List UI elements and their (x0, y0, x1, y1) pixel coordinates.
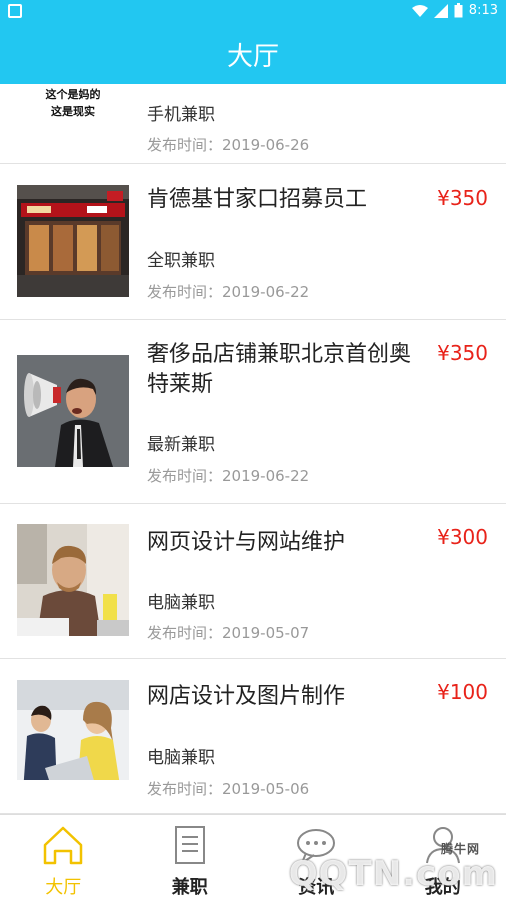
job-date: 发布时间：2019-06-26 (147, 136, 310, 154)
job-date: 发布时间：2019-05-07 (147, 624, 310, 642)
tab-parttime[interactable]: 兼职 (127, 815, 254, 900)
office-worker-photo (17, 524, 129, 636)
job-thumbnail (17, 355, 129, 467)
job-category: 电脑兼职 (147, 748, 215, 768)
job-thumbnail: 这个是妈的 这是现实 (17, 84, 129, 120)
job-item[interactable]: 网店设计及图片制作 ¥100 电脑兼职 发布时间：2019-05-06 (0, 659, 506, 814)
job-category: 手机兼职 (147, 105, 215, 125)
job-price: ¥350 (437, 186, 488, 210)
job-title: 网页设计与网站维护 (147, 530, 346, 555)
job-price: ¥350 (437, 341, 488, 365)
job-title: 肯德基甘家口招募员工 (147, 187, 368, 212)
job-item[interactable]: 肯德基甘家口招募员工 ¥350 全职兼职 发布时间：2019-06-22 (0, 164, 506, 320)
job-date: 发布时间：2019-06-22 (147, 467, 310, 485)
watermark-text: QQTN.com (288, 854, 498, 894)
job-list[interactable]: 这个是妈的 这是现实 手机兼职 发布时间：2019-06-26 肯德基甘家口招募… (0, 84, 506, 814)
job-price: ¥300 (437, 525, 488, 549)
job-title: 网店设计及图片制作 (147, 684, 346, 709)
job-item[interactable]: 奢侈品店铺兼职北京首创奥特莱斯 ¥350 最新兼职 发布时间：2019-06-2… (0, 320, 506, 504)
thumb-text-line-2: 这是现实 (51, 105, 95, 118)
wifi-icon (411, 4, 428, 17)
job-item[interactable]: 网页设计与网站维护 ¥300 电脑兼职 发布时间：2019-05-07 (0, 504, 506, 659)
status-icons: 8:13 (411, 3, 498, 18)
job-thumbnail (17, 524, 129, 636)
megaphone-man-photo (17, 355, 129, 467)
notification-icon (8, 4, 22, 18)
bottom-tab-bar: 大厅 兼职 资讯 我的 腾牛网 QQTN.com (0, 814, 506, 900)
thumb-text-line-1: 这个是妈的 (45, 88, 101, 101)
page-title: 大厅 (226, 41, 279, 72)
status-time: 8:13 (468, 3, 498, 18)
job-title: 奢侈品店铺兼职北京首创奥特莱斯 (147, 342, 412, 397)
signal-icon (433, 3, 448, 18)
job-item[interactable]: 这个是妈的 这是现实 手机兼职 发布时间：2019-06-26 (0, 84, 506, 164)
status-bar: 8:13 (0, 0, 506, 24)
job-thumbnail (17, 680, 129, 792)
document-icon (174, 826, 205, 864)
tab-hall[interactable]: 大厅 (0, 815, 127, 900)
job-date: 发布时间：2019-05-06 (147, 780, 310, 798)
store-photo (17, 185, 129, 297)
watermark-logo: 腾牛网 QQTN.com (288, 842, 498, 894)
job-date: 发布时间：2019-06-22 (147, 283, 310, 301)
job-category: 电脑兼职 (147, 593, 215, 613)
tab-label: 兼职 (171, 877, 208, 898)
app-header: 大厅 (0, 24, 506, 84)
job-thumbnail (17, 185, 129, 297)
battery-icon (454, 3, 463, 18)
watermark-small-text: 腾牛网 (440, 842, 480, 856)
job-price: ¥100 (437, 680, 488, 704)
home-icon (44, 826, 83, 865)
job-category: 全职兼职 (147, 251, 215, 271)
office-team-photo (17, 680, 129, 792)
tab-label: 大厅 (45, 877, 82, 898)
job-category: 最新兼职 (147, 435, 215, 455)
